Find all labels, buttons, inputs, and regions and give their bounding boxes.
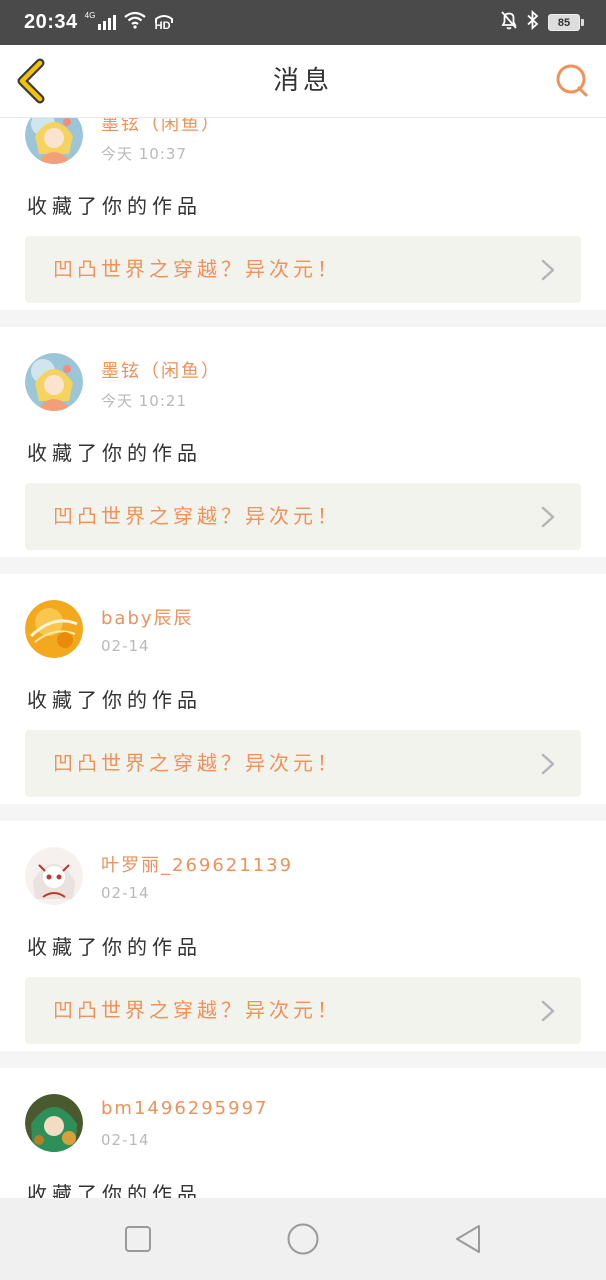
action-text: 收藏了你的作品: [27, 935, 202, 959]
work-title: 凹凸世界之穿越？异次元！: [53, 257, 341, 281]
work-title: 凹凸世界之穿越？异次元！: [53, 998, 341, 1022]
message-list-inner: 墨铉（闲鱼） 今天 10:37 收藏了你的作品 凹凸世界之穿越？异次元！ 墨铉（…: [0, 118, 606, 1198]
system-back-button[interactable]: [452, 1222, 486, 1256]
status-right: 85: [500, 9, 584, 35]
status-left: 20:34 4G HD: [24, 11, 174, 34]
hd-label: HD: [154, 19, 171, 32]
avatar[interactable]: [25, 118, 83, 164]
timestamp: 今天 10:21: [101, 392, 187, 410]
username[interactable]: baby辰辰: [101, 604, 194, 630]
search-button[interactable]: [554, 63, 590, 99]
work-link[interactable]: 凹凸世界之穿越？异次元！: [25, 730, 581, 797]
message-card: bm1496295997 02-14 收藏了你的作品: [0, 1068, 606, 1198]
timestamp: 02-14: [101, 637, 150, 655]
chevron-right-icon: [541, 259, 555, 281]
action-text: 收藏了你的作品: [27, 1182, 202, 1198]
chevron-right-icon: [541, 1000, 555, 1022]
chevron-right-icon: [541, 753, 555, 775]
battery-indicator: 85: [548, 14, 584, 31]
message-card: 墨铉（闲鱼） 今天 10:37 收藏了你的作品 凹凸世界之穿越？异次元！: [0, 118, 606, 310]
chevron-right-icon: [541, 506, 555, 528]
wifi-icon: [123, 11, 146, 34]
avatar[interactable]: [25, 1094, 83, 1152]
work-link[interactable]: 凹凸世界之穿越？异次元！: [25, 483, 581, 550]
action-text: 收藏了你的作品: [27, 441, 202, 465]
bluetooth-icon: [526, 9, 540, 35]
search-icon: [556, 64, 588, 97]
home-button[interactable]: [286, 1222, 320, 1256]
square-icon: [125, 1226, 151, 1252]
message-card: 墨铉（闲鱼） 今天 10:21 收藏了你的作品 凹凸世界之穿越？异次元！: [0, 327, 606, 557]
work-link[interactable]: 凹凸世界之穿越？异次元！: [25, 977, 581, 1044]
circle-icon: [287, 1223, 319, 1255]
signal-icon: 4G: [85, 11, 116, 30]
message-list[interactable]: 墨铉（闲鱼） 今天 10:37 收藏了你的作品 凹凸世界之穿越？异次元！ 墨铉（…: [0, 118, 606, 1198]
mute-bell-icon: [500, 10, 518, 35]
username[interactable]: 墨铉（闲鱼）: [101, 357, 221, 383]
avatar[interactable]: [25, 353, 83, 411]
work-title: 凹凸世界之穿越？异次元！: [53, 751, 341, 775]
status-time: 20:34: [24, 11, 78, 33]
avatar[interactable]: [25, 847, 83, 905]
app-header: 消息: [0, 45, 606, 118]
recent-apps-button[interactable]: [121, 1222, 155, 1256]
username[interactable]: 叶罗丽_269621139: [101, 851, 293, 877]
message-card: 叶罗丽_269621139 02-14 收藏了你的作品 凹凸世界之穿越？异次元！: [0, 821, 606, 1051]
network-label: 4G: [84, 11, 96, 20]
username[interactable]: 墨铉（闲鱼）: [101, 118, 221, 136]
work-title: 凹凸世界之穿越？异次元！: [53, 504, 341, 528]
username[interactable]: bm1496295997: [101, 1098, 268, 1119]
navigation-bar: [0, 1198, 606, 1280]
page-title: 消息: [272, 66, 333, 96]
triangle-back-icon: [456, 1225, 480, 1253]
timestamp: 02-14: [101, 1131, 150, 1149]
work-link[interactable]: 凹凸世界之穿越？异次元！: [25, 236, 581, 303]
timestamp: 今天 10:37: [101, 145, 187, 163]
status-bar: 20:34 4G HD 85: [0, 0, 606, 45]
message-card: baby辰辰 02-14 收藏了你的作品 凹凸世界之穿越？异次元！: [0, 574, 606, 804]
avatar[interactable]: [25, 600, 83, 658]
action-text: 收藏了你的作品: [27, 688, 202, 712]
timestamp: 02-14: [101, 884, 150, 902]
action-text: 收藏了你的作品: [27, 194, 202, 218]
hd-icon: HD: [154, 14, 174, 32]
